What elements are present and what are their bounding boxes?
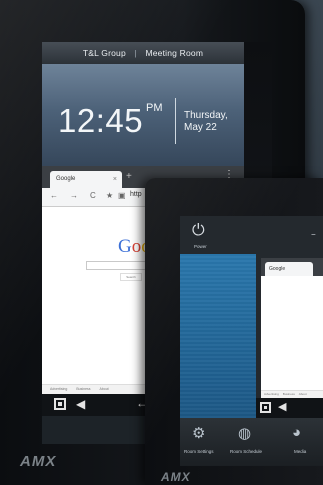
schedule-icon[interactable]: ◍ — [238, 424, 251, 442]
minus-icon[interactable]: − — [311, 230, 316, 239]
clock-day: Thursday, — [184, 110, 228, 121]
forward-arrow-icon[interactable]: → — [70, 191, 78, 200]
logo-letter: o — [131, 236, 142, 257]
power-icon[interactable]: ⏻ — [192, 222, 205, 240]
footer-link[interactable]: Business — [283, 392, 295, 396]
power-label: Power — [194, 244, 207, 249]
speaker-icon[interactable]: ◀ — [278, 400, 286, 413]
reload-icon[interactable]: C — [90, 191, 96, 200]
speaker-icon[interactable]: ◀ — [76, 397, 85, 411]
bottom-menu: ⚙ Room Settings ◍ Room Schedule ◕ Media — [180, 418, 323, 466]
footer-link[interactable]: About — [299, 392, 307, 396]
small-touch-panel: ⏻ Power − Google Advertising Business Ab… — [145, 178, 323, 485]
new-tab-icon[interactable]: + — [126, 171, 132, 182]
close-icon[interactable]: × — [113, 171, 117, 188]
title-separator: | — [134, 48, 137, 58]
amx-logo: AMX — [161, 470, 191, 484]
media-label: Media — [294, 449, 307, 454]
footer-link[interactable]: Advertising — [264, 392, 279, 396]
footer-link[interactable]: Business — [76, 387, 90, 391]
source-icon[interactable] — [54, 398, 66, 410]
url-field[interactable]: http — [130, 191, 142, 198]
clock-divider — [175, 98, 176, 144]
lock-icon: ▣ — [118, 191, 126, 200]
logo-letter: G — [118, 236, 132, 257]
source-icon[interactable] — [260, 402, 271, 413]
amx-logo: AMX — [20, 453, 57, 470]
browser-tab[interactable]: Google × — [50, 171, 122, 188]
small-panel-screen: ⏻ Power − Google Advertising Business Ab… — [180, 216, 323, 466]
star-icon[interactable]: ★ — [106, 191, 113, 200]
media-icon[interactable]: ◕ — [292, 424, 301, 441]
search-button[interactable]: Search — [120, 273, 142, 281]
title-room: Meeting Room — [145, 48, 204, 58]
clock-ampm: PM — [146, 102, 163, 114]
back-arrow-icon[interactable]: ← — [50, 191, 58, 200]
browser-footer: Advertising Business About — [261, 390, 323, 398]
small-browser-window: Google Advertising Business About — [261, 258, 323, 398]
title-bar: T&L Group | Meeting Room — [42, 42, 244, 64]
footer-link[interactable]: Advertising — [50, 387, 67, 391]
room-schedule-label: Room Schedule — [230, 449, 263, 454]
room-settings-label: Room Settings — [184, 449, 214, 454]
browser-tab-bar: Google — [261, 258, 323, 276]
clock-time: 12:45 — [58, 102, 144, 139]
settings-gear-icon[interactable]: ⚙ — [192, 424, 205, 442]
browser-tab-label: Google — [56, 176, 76, 182]
footer-link[interactable]: About — [100, 387, 109, 391]
clock-date: Thursday, May 22 — [184, 110, 228, 134]
clock-widget: 12:45 PM Thursday, May 22 — [42, 64, 244, 204]
android-nav-bar: ◀ — [256, 398, 323, 418]
clock-date-value: May 22 — [184, 122, 217, 133]
browser-tab[interactable]: Google — [265, 262, 313, 276]
title-company: T&L Group — [82, 48, 126, 58]
